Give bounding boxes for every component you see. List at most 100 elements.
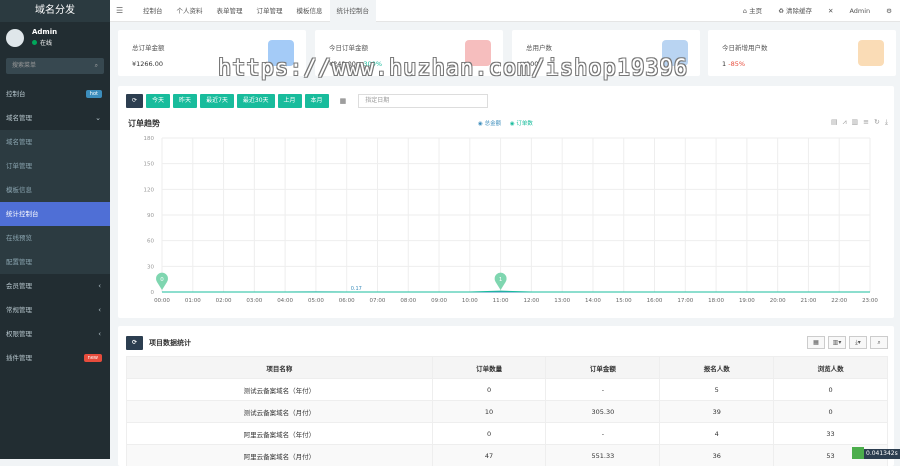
menu-toggle-icon[interactable]: ☰	[116, 0, 123, 22]
x-tick-label: 07:00	[370, 298, 386, 304]
top-tab[interactable]: 模板信息	[290, 0, 330, 22]
stat-value: 1 -85%	[722, 60, 745, 68]
table-header-cell[interactable]: 订单数量	[432, 357, 546, 379]
x-tick-label: 13:00	[554, 298, 570, 304]
topbar-tabs: 控制台个人资料表单管理订单管理模板信息统计控制台	[136, 0, 376, 22]
sidebar-item[interactable]: 控制台hot	[0, 82, 110, 106]
table-cell: 305.30	[546, 401, 660, 423]
table-header-cell[interactable]: 订单金额	[546, 357, 660, 379]
table-cell: 5	[660, 379, 774, 401]
table-row: 阿里云备案域名（年付）0-433	[127, 423, 888, 445]
table-row: 测试云备案域名（年付）0-50	[127, 379, 888, 401]
table-header-cell[interactable]: 报名人数	[660, 357, 774, 379]
table-cell: 4	[660, 423, 774, 445]
x-tick-label: 23:00	[862, 298, 878, 304]
top-tab[interactable]: 订单管理	[250, 0, 290, 22]
x-tick-label: 05:00	[308, 298, 324, 304]
y-tick-label: 150	[144, 162, 155, 168]
topbar-right: ⌂ 主页♻ 清除缓存✕ Admin⚙	[735, 0, 900, 22]
sidebar-item-label: 插件管理	[6, 354, 32, 362]
top-tab[interactable]: 控制台	[136, 0, 170, 22]
sidebar-item-label: 配置管理	[6, 258, 32, 266]
table-header-cell[interactable]: 浏览人数	[774, 357, 888, 379]
sidebar-item-label: 模板信息	[6, 186, 32, 194]
x-tick-label: 22:00	[831, 298, 847, 304]
corner-badge: 0.041342s	[862, 449, 900, 459]
x-tick-label: 15:00	[616, 298, 632, 304]
search-button[interactable]: ⌕	[870, 336, 888, 349]
x-tick-label: 11:00	[493, 298, 509, 304]
table-cell: 47	[432, 445, 546, 466]
x-tick-label: 01:00	[185, 298, 201, 304]
user-icon	[858, 40, 884, 66]
stat-card: 今日新增用户数 1 -85%	[708, 30, 896, 76]
chevron-left-icon: ‹	[98, 298, 101, 322]
avatar	[6, 29, 24, 47]
top-tab[interactable]: 表单管理	[210, 0, 250, 22]
topbar-item[interactable]: ⌂ 主页	[735, 0, 770, 22]
sidebar-item[interactable]: 域名管理	[0, 130, 110, 154]
data-label: 1	[499, 277, 503, 283]
sidebar-item[interactable]: 常规管理 ‹	[0, 298, 110, 322]
table-cell: 测试云备案域名（月付）	[127, 401, 433, 423]
table-cell: 阿里云备案域名（年付）	[127, 423, 433, 445]
y-tick-label: 180	[144, 136, 155, 142]
table-cell: 33	[774, 423, 888, 445]
sidebar-item[interactable]: 权限管理‹	[0, 322, 110, 346]
sidebar-item-label: 常规管理	[6, 306, 32, 314]
x-tick-label: 21:00	[801, 298, 817, 304]
stat-label: 今日订单金额	[329, 42, 368, 52]
chevron-down-icon: ⌄	[95, 106, 101, 130]
sidebar-item[interactable]: 统计控制台	[0, 202, 110, 226]
stat-label: 今日新增用户数	[722, 42, 768, 52]
topbar-item[interactable]: ⚙	[878, 0, 900, 22]
table-cell: 36	[660, 445, 774, 466]
topbar-item[interactable]: Admin	[841, 0, 878, 22]
x-tick-label: 02:00	[216, 298, 232, 304]
table-cell: -	[546, 423, 660, 445]
sidebar-item-label: 会员管理	[6, 282, 32, 290]
x-tick-label: 16:00	[647, 298, 663, 304]
table-cell: 测试云备案域名（年付）	[127, 379, 433, 401]
sidebar-item[interactable]: 订单管理	[0, 154, 110, 178]
table-cell: 0	[432, 379, 546, 401]
table-cell: 10	[432, 401, 546, 423]
x-tick-label: 06:00	[339, 298, 355, 304]
search-icon[interactable]: ⌕	[95, 58, 98, 74]
sidebar-item-label: 域名管理	[6, 114, 32, 122]
x-tick-label: 14:00	[585, 298, 601, 304]
sidebar-search-input[interactable]: 搜索菜单⌕	[6, 58, 104, 74]
topbar-item[interactable]: ✕	[820, 0, 841, 22]
table-row: 测试云备案域名（月付）10305.30390	[127, 401, 888, 423]
x-tick-label: 00:00	[154, 298, 170, 304]
sidebar-item[interactable]: 插件管理new	[0, 346, 110, 370]
columns-button[interactable]: ▥▾	[828, 336, 846, 349]
chevron-left-icon: ‹	[98, 322, 101, 346]
sidebar-item[interactable]: 会员管理‹	[0, 274, 110, 298]
x-tick-label: 09:00	[431, 298, 447, 304]
data-label: 0.17	[351, 286, 362, 292]
x-tick-label: 12:00	[523, 298, 539, 304]
table-refresh-button[interactable]: ⟳	[126, 336, 143, 350]
sidebar-item[interactable]: 在线预览	[0, 226, 110, 250]
top-tab[interactable]: 个人资料	[170, 0, 210, 22]
sidebar-item[interactable]: 配置管理	[0, 250, 110, 274]
x-tick-label: 17:00	[677, 298, 693, 304]
sidebar-item[interactable]: 域名管理 ⌄	[0, 106, 110, 130]
table-cell: 39	[660, 401, 774, 423]
main-content: 总订单金额¥1266.00 今日订单金额¥248.00 +300%总用户数100…	[110, 22, 900, 459]
sidebar-item[interactable]: 模板信息	[0, 178, 110, 202]
brand-title: 域名分发	[0, 0, 110, 22]
data-label: 0	[160, 277, 164, 283]
table-header-cell[interactable]: 项目名称	[127, 357, 433, 379]
top-tab[interactable]: 统计控制台	[330, 0, 377, 22]
x-tick-label: 18:00	[708, 298, 724, 304]
chart-panel: ⟳ 今天昨天最近7天最近30天上月本月 ▦ 指定日期 订单趋势 ◉ 总金额 ◉ …	[118, 86, 894, 318]
sidebar-item-label: 控制台	[6, 90, 26, 98]
toggle-view-button[interactable]: ▦	[807, 336, 825, 349]
table-cell: 551.33	[546, 445, 660, 466]
table-panel: ⟳ 项目数据统计 ▦ ▥▾ ⤓▾ ⌕ 项目名称订单数量订单金额报名人数浏览人数 …	[118, 326, 894, 466]
export-button[interactable]: ⤓▾	[849, 336, 867, 349]
topbar-item[interactable]: ♻ 清除缓存	[770, 0, 820, 22]
table-toolbar: ▦ ▥▾ ⤓▾ ⌕	[804, 336, 888, 349]
